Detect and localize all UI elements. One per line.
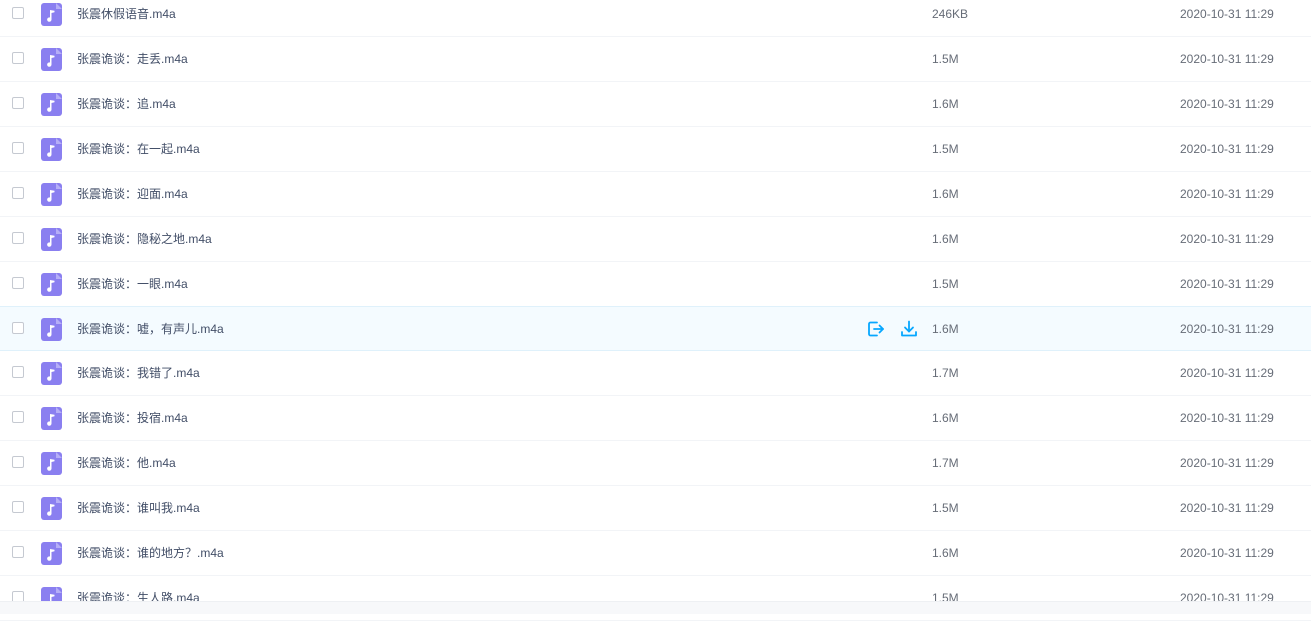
row-checkbox[interactable] xyxy=(12,97,24,109)
audio-file-icon xyxy=(41,228,62,251)
file-row[interactable]: 张震诡谈：一眼.m4a 1.5M 2020-10-31 11:29 xyxy=(0,262,1311,307)
file-size: 1.6M xyxy=(932,322,959,336)
row-checkbox[interactable] xyxy=(12,232,24,244)
file-size: 1.5M xyxy=(932,142,959,156)
file-name[interactable]: 张震诡谈：迎面.m4a xyxy=(77,186,188,202)
file-row[interactable]: 张震休假语音.m4a 246KB 2020-10-31 11:29 xyxy=(0,0,1311,37)
file-time: 2020-10-31 11:29 xyxy=(1180,52,1274,66)
audio-file-icon xyxy=(41,273,62,296)
row-checkbox[interactable] xyxy=(12,322,24,334)
file-size: 1.5M xyxy=(932,52,959,66)
audio-file-icon xyxy=(41,542,62,565)
file-name[interactable]: 张震诡谈：一眼.m4a xyxy=(77,276,188,292)
audio-file-icon xyxy=(41,48,62,71)
file-list: 张震休假语音.m4a 246KB 2020-10-31 11:29 张震诡谈：走… xyxy=(0,0,1311,621)
file-row[interactable]: 张震诡谈：走丢.m4a 1.5M 2020-10-31 11:29 xyxy=(0,37,1311,82)
file-time: 2020-10-31 11:29 xyxy=(1180,546,1274,560)
file-row[interactable]: 张震诡谈：谁的地方？.m4a 1.6M 2020-10-31 11:29 xyxy=(0,531,1311,576)
bottom-scroll-strip xyxy=(0,601,1311,614)
row-checkbox[interactable] xyxy=(12,411,24,423)
file-row[interactable]: 张震诡谈：在一起.m4a 1.5M 2020-10-31 11:29 xyxy=(0,127,1311,172)
row-checkbox[interactable] xyxy=(12,501,24,513)
file-size: 1.6M xyxy=(932,411,959,425)
file-size: 1.5M xyxy=(932,501,959,515)
audio-file-icon xyxy=(41,318,62,341)
file-time: 2020-10-31 11:29 xyxy=(1180,97,1274,111)
file-name[interactable]: 张震诡谈：走丢.m4a xyxy=(77,51,188,67)
file-time: 2020-10-31 11:29 xyxy=(1180,456,1274,470)
row-checkbox[interactable] xyxy=(12,52,24,64)
download-icon[interactable] xyxy=(899,319,919,339)
file-size: 1.6M xyxy=(932,97,959,111)
file-name[interactable]: 张震诡谈：他.m4a xyxy=(77,455,176,471)
file-row[interactable]: 张震诡谈：生人路.m4a 1.5M 2020-10-31 11:29 xyxy=(0,576,1311,621)
file-size: 1.6M xyxy=(932,546,959,560)
row-checkbox[interactable] xyxy=(12,277,24,289)
file-time: 2020-10-31 11:29 xyxy=(1180,277,1274,291)
file-row[interactable]: 张震诡谈：谁叫我.m4a 1.5M 2020-10-31 11:29 xyxy=(0,486,1311,531)
file-time: 2020-10-31 11:29 xyxy=(1180,232,1274,246)
row-checkbox[interactable] xyxy=(12,142,24,154)
file-time: 2020-10-31 11:29 xyxy=(1180,411,1274,425)
file-name[interactable]: 张震诡谈：谁叫我.m4a xyxy=(77,500,200,516)
file-row[interactable]: 张震诡谈：我错了.m4a 1.7M 2020-10-31 11:29 xyxy=(0,351,1311,396)
file-name[interactable]: 张震诡谈：我错了.m4a xyxy=(77,365,200,381)
audio-file-icon xyxy=(41,3,62,26)
file-name[interactable]: 张震诡谈：隐秘之地.m4a xyxy=(77,231,212,247)
file-row[interactable]: 张震诡谈：投宿.m4a 1.6M 2020-10-31 11:29 xyxy=(0,396,1311,441)
file-size: 1.7M xyxy=(932,456,959,470)
audio-file-icon xyxy=(41,452,62,475)
audio-file-icon xyxy=(41,93,62,116)
file-size: 1.5M xyxy=(932,277,959,291)
file-time: 2020-10-31 11:29 xyxy=(1180,322,1274,336)
file-row-hovered[interactable]: 张震诡谈：嘘，有声儿.m4a 1.6M 2020-10-31 11:29 xyxy=(0,306,1311,351)
audio-file-icon xyxy=(41,407,62,430)
row-checkbox[interactable] xyxy=(12,7,24,19)
file-size: 1.6M xyxy=(932,232,959,246)
row-checkbox[interactable] xyxy=(12,456,24,468)
file-name[interactable]: 张震诡谈：嘘，有声儿.m4a xyxy=(77,321,224,337)
file-name[interactable]: 张震诡谈：追.m4a xyxy=(77,96,176,112)
row-checkbox[interactable] xyxy=(12,366,24,378)
file-size: 1.6M xyxy=(932,187,959,201)
file-row[interactable]: 张震诡谈：隐秘之地.m4a 1.6M 2020-10-31 11:29 xyxy=(0,217,1311,262)
file-name[interactable]: 张震诡谈：谁的地方？.m4a xyxy=(77,545,224,561)
audio-file-icon xyxy=(41,497,62,520)
row-checkbox[interactable] xyxy=(12,187,24,199)
file-row[interactable]: 张震诡谈：他.m4a 1.7M 2020-10-31 11:29 xyxy=(0,441,1311,486)
file-size: 246KB xyxy=(932,7,969,21)
file-time: 2020-10-31 11:29 xyxy=(1180,501,1274,515)
file-time: 2020-10-31 11:29 xyxy=(1180,187,1274,201)
file-time: 2020-10-31 11:29 xyxy=(1180,7,1274,21)
file-row[interactable]: 张震诡谈：迎面.m4a 1.6M 2020-10-31 11:29 xyxy=(0,172,1311,217)
file-row[interactable]: 张震诡谈：追.m4a 1.6M 2020-10-31 11:29 xyxy=(0,82,1311,127)
file-name[interactable]: 张震诡谈：在一起.m4a xyxy=(77,141,200,157)
file-name[interactable]: 张震休假语音.m4a xyxy=(77,6,176,22)
audio-file-icon xyxy=(41,183,62,206)
file-size: 1.7M xyxy=(932,366,959,380)
audio-file-icon xyxy=(41,362,62,385)
file-time: 2020-10-31 11:29 xyxy=(1180,142,1274,156)
file-name[interactable]: 张震诡谈：投宿.m4a xyxy=(77,410,188,426)
audio-file-icon xyxy=(41,138,62,161)
row-checkbox[interactable] xyxy=(12,546,24,558)
share-icon[interactable] xyxy=(866,319,886,339)
file-time: 2020-10-31 11:29 xyxy=(1180,366,1274,380)
row-actions xyxy=(866,319,919,339)
